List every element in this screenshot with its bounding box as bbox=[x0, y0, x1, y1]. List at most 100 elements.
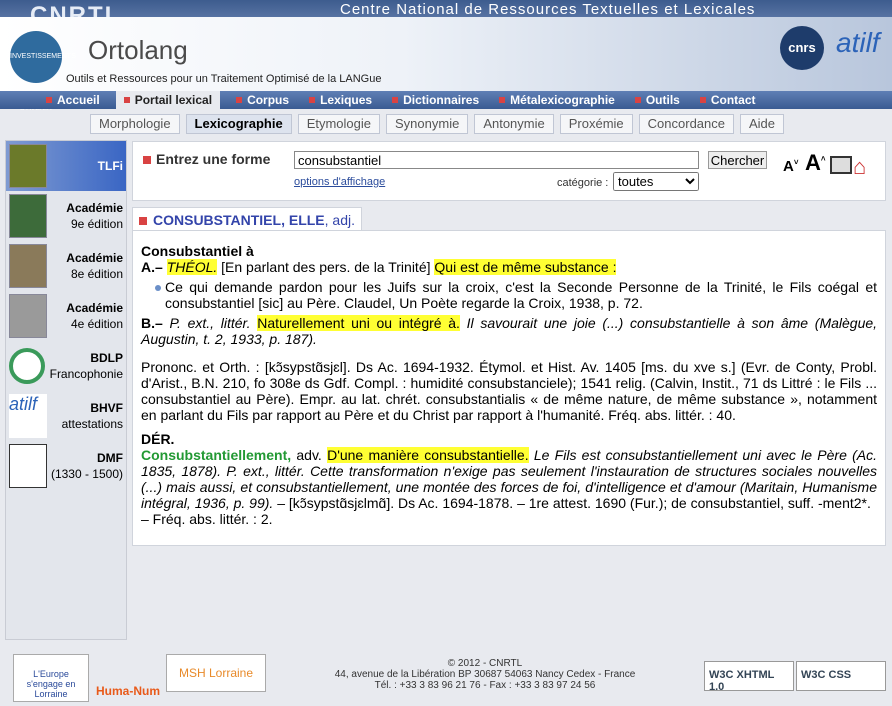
category-select[interactable]: toutes bbox=[613, 172, 699, 191]
entry-content: Consubstantiel à A.– THÉOL. [En parlant … bbox=[132, 230, 886, 546]
print-icon[interactable] bbox=[830, 156, 852, 174]
tab-synonymie[interactable]: Synonymie bbox=[386, 114, 469, 134]
sidebar-item-bdlp[interactable]: BDLP Francophonie bbox=[6, 341, 126, 391]
nav-contact[interactable]: Contact bbox=[699, 93, 756, 107]
tlfi-cover-icon bbox=[9, 144, 47, 188]
category-label: catégorie : bbox=[557, 177, 609, 189]
bullet-icon bbox=[236, 97, 243, 103]
sidebar-item-academie-4[interactable]: Académie 4e édition bbox=[6, 291, 126, 341]
bullet-icon bbox=[309, 97, 316, 103]
display-options-link[interactable]: options d'affichage bbox=[294, 176, 385, 188]
example-b: Il savourait une joie (...) consubstanti… bbox=[141, 315, 878, 347]
font-decrease-icon[interactable]: A˅ bbox=[783, 158, 799, 175]
atilf-small-icon: atilf bbox=[9, 394, 47, 438]
sidebar-item-bhvf[interactable]: atilf BHVF attestations bbox=[6, 391, 126, 441]
derivative-word: Consubstantiellement, bbox=[141, 447, 292, 463]
sense-title: Consubstantiel à bbox=[141, 243, 254, 259]
tab-aide[interactable]: Aide bbox=[739, 114, 785, 134]
main-nav: Accueil Portail lexical Corpus Lexiques … bbox=[0, 91, 892, 109]
prononciation-etymologie: Prononc. et Orth. : [kɔ̃sypstɑ̃sjɛl]. Ds… bbox=[141, 359, 877, 423]
europe-lorraine-logo[interactable]: L'Europe s'engage en Lorraine bbox=[13, 654, 89, 702]
w3c-css-badge[interactable]: W3C CSS bbox=[796, 661, 886, 691]
sense-label-b: B.– bbox=[141, 315, 163, 331]
bullet-icon bbox=[499, 97, 506, 103]
tab-concordance[interactable]: Concordance bbox=[638, 114, 734, 134]
sense-context: [En parlant des pers. de la Trinité] bbox=[221, 259, 431, 275]
nav-portail-lexical[interactable]: Portail lexical bbox=[115, 91, 221, 109]
nav-accueil[interactable]: Accueil bbox=[46, 93, 100, 107]
copyright: © 2012 - CNRTL bbox=[447, 658, 523, 669]
banner: INVESTISSEMENTS D'AVENIR Ortolang Outils… bbox=[0, 17, 892, 112]
sidebar-item-academie-8[interactable]: Académie 8e édition bbox=[6, 241, 126, 291]
bullet-icon bbox=[699, 97, 706, 103]
domain-label: THÉOL. bbox=[166, 259, 218, 275]
sense-label-a: A.– bbox=[141, 259, 163, 275]
derivative-title: DÉR. bbox=[141, 431, 175, 447]
bullet-icon bbox=[634, 97, 641, 103]
home-icon[interactable]: ⌂ bbox=[853, 154, 866, 180]
bullet-icon bbox=[392, 97, 399, 103]
sidebar-item-label: Académie bbox=[66, 251, 123, 265]
headword-pos: , adj. bbox=[324, 212, 355, 228]
derivative-definition: D'une manière consubstantielle. bbox=[327, 447, 529, 463]
sidebar-item-sublabel: 9e édition bbox=[70, 217, 123, 231]
font-increase-icon[interactable]: A˄ bbox=[805, 150, 826, 176]
sidebar-item-label: Académie bbox=[66, 301, 123, 315]
sidebar-item-tlfi[interactable]: TLFi bbox=[6, 141, 126, 191]
sidebar-item-sublabel: 4e édition bbox=[70, 317, 123, 331]
nav-corpus[interactable]: Corpus bbox=[236, 93, 289, 107]
page: { "header": { "logo": "CNRTL", "title": … bbox=[0, 0, 892, 706]
investissements-avenir-logo: INVESTISSEMENTS D'AVENIR bbox=[10, 31, 76, 112]
phone: Tél. : +33 3 83 96 21 76 - Fax : +33 3 8… bbox=[374, 680, 596, 691]
academie-4-building-icon bbox=[9, 294, 47, 338]
atilf-logo[interactable]: atilf bbox=[836, 27, 880, 59]
academie-8-building-icon bbox=[9, 244, 47, 288]
academie-9-cover-icon bbox=[9, 194, 47, 238]
nav-metalexicographie[interactable]: Métalexicographie bbox=[499, 93, 615, 107]
derivative-frequency: – Fréq. abs. littér. : 2. bbox=[141, 511, 273, 527]
site-title: Centre National de Ressources Textuelles… bbox=[340, 1, 756, 18]
derivative-pos: adv. bbox=[296, 447, 322, 463]
entry-tab[interactable]: CONSUBSTANTIEL, ELLE, adj. bbox=[132, 207, 362, 231]
search-button[interactable]: Chercher bbox=[708, 151, 767, 169]
address: 44, avenue de la Libération BP 30687 540… bbox=[334, 669, 636, 680]
nav-lexiques[interactable]: Lexiques bbox=[309, 93, 372, 107]
sidebar-item-sublabel: (1330 - 1500) bbox=[50, 467, 123, 481]
bullet-icon bbox=[143, 156, 151, 164]
tab-morphologie[interactable]: Morphologie bbox=[90, 114, 180, 134]
msh-lorraine-logo[interactable]: MSH Lorraine bbox=[166, 654, 266, 692]
sidebar-item-label: BDLP bbox=[90, 351, 123, 365]
nav-dictionnaires[interactable]: Dictionnaires bbox=[392, 93, 479, 107]
example-a: Ce qui demande pardon pour les Juifs sur… bbox=[141, 279, 877, 311]
bullet-icon bbox=[123, 97, 130, 103]
footer-text: © 2012 - CNRTL 44, avenue de la Libérati… bbox=[320, 658, 650, 691]
tab-proxemie[interactable]: Proxémie bbox=[559, 114, 633, 134]
sidebar-item-label: DMF bbox=[97, 451, 123, 465]
sidebar-item-label: BHVF bbox=[90, 401, 123, 415]
sidebar-item-dmf[interactable]: DMF (1330 - 1500) bbox=[6, 441, 126, 491]
ortolang-logo[interactable]: Ortolang bbox=[88, 35, 188, 66]
tab-etymologie[interactable]: Etymologie bbox=[297, 114, 380, 134]
search-input[interactable] bbox=[294, 151, 699, 169]
search-label: Entrez une forme bbox=[156, 151, 271, 167]
w3c-xhtml-badge[interactable]: W3C XHTML 1.0 bbox=[704, 661, 794, 693]
tab-antonymie[interactable]: Antonymie bbox=[474, 114, 554, 134]
sidebar-item-academie-9[interactable]: Académie 9e édition bbox=[6, 191, 126, 241]
dictionary-sidebar: TLFi Académie 9e édition Académie 8e éditi… bbox=[5, 140, 127, 640]
definition-a: Qui est de même substance : bbox=[434, 259, 617, 275]
definition-b: Naturellement uni ou intégré à. bbox=[257, 315, 460, 331]
nav-outils[interactable]: Outils bbox=[634, 93, 680, 107]
sidebar-item-sublabel: Francophonie bbox=[49, 367, 123, 381]
huma-num-logo[interactable]: Huma-Num bbox=[91, 654, 165, 704]
sidebar-item-sublabel: 8e édition bbox=[70, 267, 123, 281]
dmf-portrait-icon bbox=[9, 444, 47, 488]
sidebar-item-label: Académie bbox=[66, 201, 123, 215]
domain-label: P. ext., littér. bbox=[169, 315, 251, 331]
bdlp-circle-icon bbox=[9, 348, 45, 384]
sidebar-item-sublabel: attestations bbox=[61, 417, 123, 431]
cnrs-logo[interactable]: cnrs bbox=[780, 26, 824, 70]
headword: CONSUBSTANTIEL, ELLE bbox=[153, 212, 325, 228]
bullet-icon bbox=[46, 97, 52, 103]
ortolang-tagline: Outils et Ressources pour un Traitement … bbox=[66, 73, 382, 85]
tab-lexicographie[interactable]: Lexicographie bbox=[185, 114, 292, 134]
